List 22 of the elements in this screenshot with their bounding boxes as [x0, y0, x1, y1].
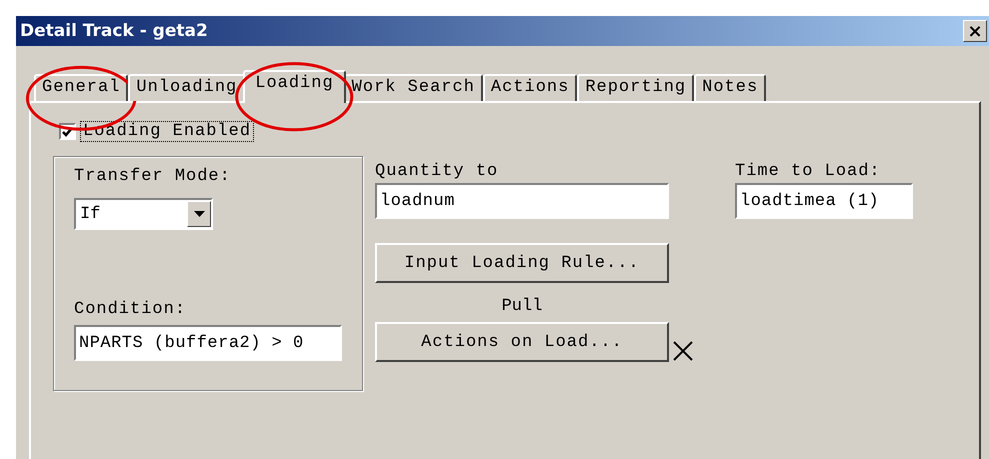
tab[interactable]: General: [34, 74, 128, 101]
tab[interactable]: Reporting: [577, 74, 694, 101]
close-button[interactable]: ×: [963, 20, 987, 42]
tab[interactable]: Notes: [694, 74, 766, 101]
dropdown[interactable]: If: [74, 198, 213, 230]
tab[interactable]: Loading: [243, 70, 346, 103]
input-rule-button[interactable]: Input Loading Rule...: [375, 243, 669, 283]
mode-label: Pull: [500, 297, 544, 316]
field-label: Quantity to: [375, 162, 500, 181]
tab[interactable]: Work Search: [344, 74, 483, 101]
window-title: Detail Track - geta2: [20, 21, 208, 41]
input-field[interactable]: loadnum: [375, 183, 669, 219]
field-label: Condition:: [74, 300, 188, 319]
field-label: Transfer Mode:: [74, 167, 232, 186]
actions-button[interactable]: Actions on Load...: [375, 322, 669, 362]
cross-mark-icon: [672, 340, 694, 362]
dropdown-arrow-icon: [194, 211, 204, 217]
field-label: Time to Load:: [735, 162, 882, 181]
input-field[interactable]: loadtimea (1): [735, 183, 913, 219]
tab[interactable]: Unloading: [128, 74, 246, 101]
input-field[interactable]: NPARTS (buffera2) > 0: [74, 325, 342, 361]
tab[interactable]: Actions: [482, 74, 578, 101]
